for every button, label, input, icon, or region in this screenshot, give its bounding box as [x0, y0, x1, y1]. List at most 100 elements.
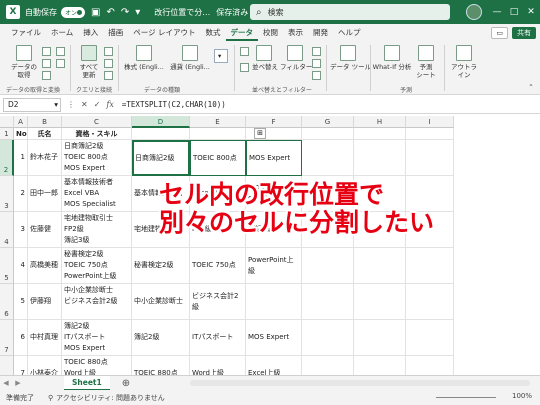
cell-g7[interactable] — [302, 320, 354, 356]
quick-analysis-icon[interactable]: ⊞ — [254, 128, 266, 139]
tab-view[interactable]: 表示 — [283, 24, 308, 41]
cell-i2[interactable] — [406, 140, 454, 176]
data-types-more[interactable]: ▾ — [214, 49, 228, 63]
data-tools-button[interactable]: データ ツール — [330, 45, 371, 71]
cell-e8[interactable]: Word上級 — [190, 356, 246, 375]
tab-file[interactable]: ファイル — [6, 24, 46, 41]
maximize-icon[interactable]: □ — [505, 0, 523, 24]
cell-skills[interactable]: 中小企業診断士 ビジネス会計2級 — [62, 284, 132, 320]
forecast-sheet-button[interactable]: 予測 シート — [412, 45, 440, 79]
advanced-filter-button[interactable] — [312, 71, 324, 80]
row-header-3[interactable]: 3 — [0, 176, 14, 212]
cell-i8[interactable] — [406, 356, 454, 375]
accessibility-icon[interactable]: ⚲ — [48, 394, 53, 402]
edit-links-button[interactable] — [104, 71, 116, 80]
formula-input[interactable]: =TEXTSPLIT(C2,CHAR(10)) — [122, 100, 226, 109]
cell-no[interactable]: 3 — [14, 212, 28, 248]
column-header-d[interactable]: D — [132, 116, 190, 128]
horizontal-scrollbar[interactable] — [190, 380, 530, 386]
cell-g3[interactable] — [302, 176, 354, 212]
cell-name[interactable]: 鈴木花子 — [28, 140, 62, 176]
column-header-e[interactable]: E — [190, 116, 246, 128]
tab-draw[interactable]: 描画 — [103, 24, 128, 41]
row-header-1[interactable]: 1 — [0, 128, 14, 140]
cell-d2[interactable]: 日商簿記2級 — [132, 140, 190, 176]
existing-connections-button[interactable] — [56, 59, 68, 68]
cell-h4[interactable] — [354, 212, 406, 248]
cell-no[interactable]: 6 — [14, 320, 28, 356]
row-header-5[interactable]: 5 — [0, 248, 14, 284]
customize-qat-icon[interactable]: ▾ — [135, 7, 140, 18]
currency-button[interactable]: 通貨 (Engli... — [168, 45, 212, 71]
cell-g1[interactable] — [302, 128, 354, 140]
cell-e1[interactable] — [190, 128, 246, 140]
column-header-a[interactable]: A — [14, 116, 28, 128]
cell-name[interactable]: 佐藤健 — [28, 212, 62, 248]
stocks-button[interactable]: 株式 (Engli... — [122, 45, 166, 71]
cell-f2[interactable]: MOS Expert — [246, 140, 302, 176]
cell-name[interactable]: 中村真理 — [28, 320, 62, 356]
cell-f7[interactable]: MOS Expert — [246, 320, 302, 356]
cell-g4[interactable] — [302, 212, 354, 248]
cell-h1[interactable] — [354, 128, 406, 140]
cancel-icon[interactable]: ✕ — [81, 100, 88, 109]
prev-sheet-icon[interactable]: ◀ — [0, 379, 12, 387]
cell-no[interactable]: 5 — [14, 284, 28, 320]
cell-no[interactable]: 2 — [14, 176, 28, 212]
cell-i7[interactable] — [406, 320, 454, 356]
select-all-corner[interactable] — [0, 116, 14, 128]
cell-e6[interactable]: ビジネス会計2級 — [190, 284, 246, 320]
column-header-f[interactable]: F — [246, 116, 302, 128]
cell-d7[interactable]: 簿記2級 — [132, 320, 190, 356]
zoom-level[interactable]: 100% — [512, 392, 532, 400]
tab-review[interactable]: 校閲 — [258, 24, 283, 41]
cell-e4[interactable]: FP2級 — [190, 212, 246, 248]
cell-h8[interactable] — [354, 356, 406, 375]
tab-home[interactable]: ホーム — [46, 24, 78, 41]
sort-asc-button[interactable] — [240, 47, 252, 56]
outline-button[interactable]: アウトラ イン — [448, 45, 480, 79]
name-box[interactable]: D2 ▾ — [3, 97, 61, 112]
insert-function-icon[interactable]: fx — [106, 100, 113, 109]
cell-skills[interactable]: TOEIC 880点 Word上級 — [62, 356, 132, 375]
get-data-button[interactable]: データの 取得 — [8, 45, 40, 79]
cell-d4[interactable]: 宅地建物取引士 — [132, 212, 190, 248]
share-button[interactable]: 共有 — [512, 26, 536, 39]
cell-h7[interactable] — [354, 320, 406, 356]
save-icon[interactable]: ▣ — [91, 7, 100, 18]
cell-d1[interactable] — [132, 128, 190, 140]
enter-icon[interactable]: ✓ — [94, 100, 101, 109]
autosave-toggle[interactable]: オン — [61, 6, 85, 18]
column-header-c[interactable]: C — [62, 116, 132, 128]
row-header-2[interactable]: 2 — [0, 140, 14, 176]
cell-i3[interactable] — [406, 176, 454, 212]
cell-e2[interactable]: TOEIC 800点 — [190, 140, 246, 176]
cell-i1[interactable] — [406, 128, 454, 140]
recent-sources-button[interactable] — [56, 47, 68, 56]
cell-h5[interactable] — [354, 248, 406, 284]
cell-name[interactable]: 小林泰介 — [28, 356, 62, 375]
header-name[interactable]: 氏名 — [28, 128, 62, 140]
accessibility-status[interactable]: アクセシビリティ: 問題ありません — [56, 393, 165, 403]
column-header-g[interactable]: G — [302, 116, 354, 128]
next-sheet-icon[interactable]: ▶ — [12, 379, 24, 387]
cell-f5[interactable]: PowerPoint上級 — [246, 248, 302, 284]
cell-g8[interactable] — [302, 356, 354, 375]
tab-developer[interactable]: 開発 — [308, 24, 333, 41]
worksheet-grid[interactable]: ABCDEFGHI 1 No 氏名 資格・スキル 2 1 鈴木花子 日商簿記2級 TOEIC 8… — [0, 116, 540, 375]
refresh-all-button[interactable]: すべて 更新 — [74, 45, 104, 79]
from-text-button[interactable] — [42, 47, 54, 56]
cell-name[interactable]: 高橋美穂 — [28, 248, 62, 284]
column-header-b[interactable]: B — [28, 116, 62, 128]
cell-f6[interactable] — [246, 284, 302, 320]
cell-skills[interactable]: 宅地建物取引士 FP2級 簿記3級 — [62, 212, 132, 248]
from-table-button[interactable] — [42, 71, 54, 80]
cell-i5[interactable] — [406, 248, 454, 284]
cell-no[interactable]: 1 — [14, 140, 28, 176]
header-no[interactable]: No — [14, 128, 28, 140]
comments-icon[interactable]: ▭ — [491, 26, 508, 39]
cell-h2[interactable] — [354, 140, 406, 176]
cell-no[interactable]: 7 — [14, 356, 28, 375]
cell-skills[interactable]: 基本情報技術者 Excel VBA MOS Specialist — [62, 176, 132, 212]
cell-name[interactable]: 伊藤翔 — [28, 284, 62, 320]
